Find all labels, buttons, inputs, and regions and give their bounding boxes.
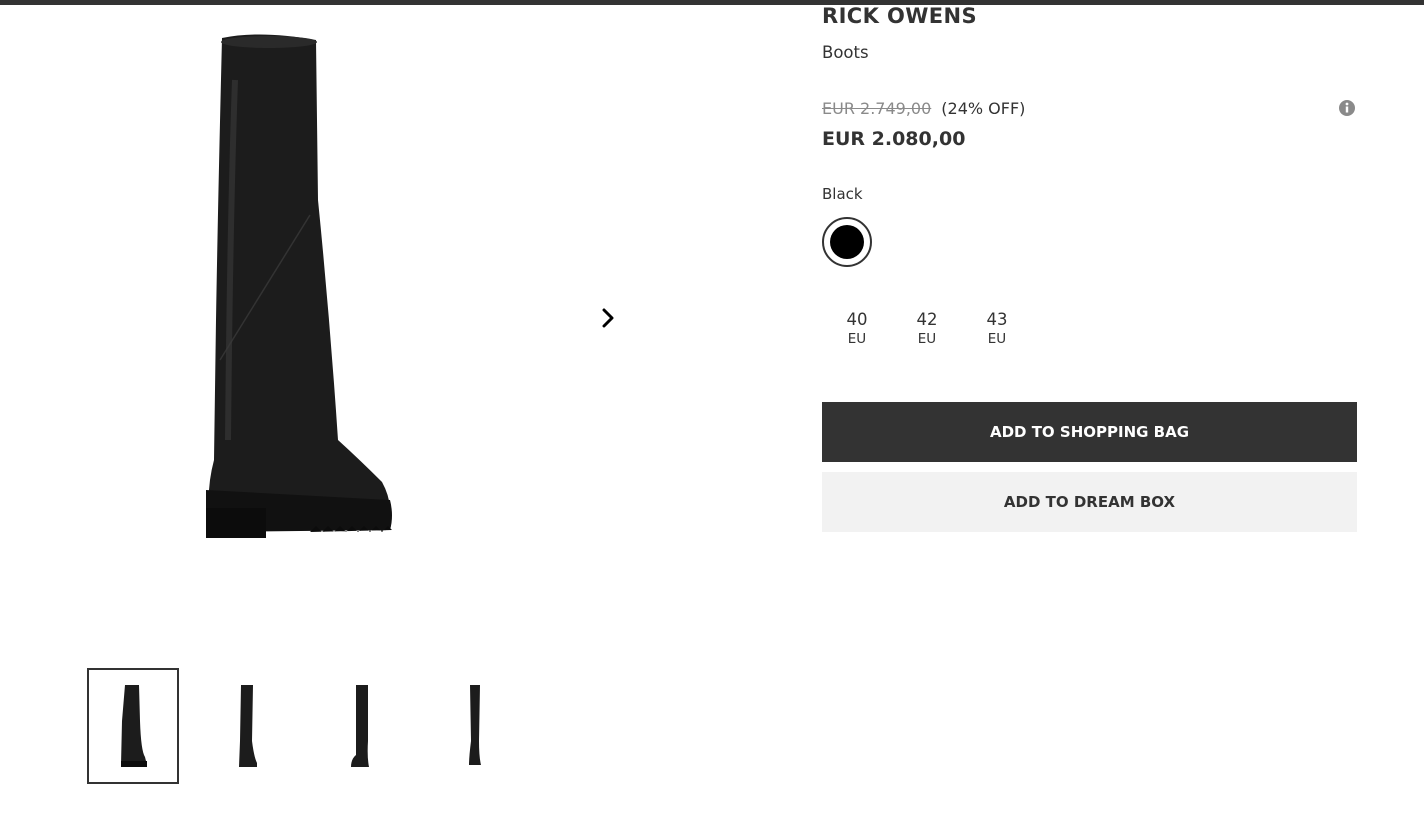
top-bar (0, 0, 1424, 5)
size-unit: EU (987, 331, 1007, 347)
boot-thumbnail-image (469, 685, 481, 765)
add-to-shopping-bag-button[interactable]: ADD TO SHOPPING BAG (822, 402, 1357, 462)
size-number: 43 (986, 310, 1008, 329)
color-swatch-black[interactable] (822, 217, 872, 267)
thumbnail-3[interactable] (315, 668, 407, 784)
size-selector: 40 EU 42 EU 43 EU (822, 310, 1032, 348)
size-unit: EU (917, 331, 937, 347)
size-unit: EU (847, 331, 867, 347)
boot-thumbnail-image (239, 685, 257, 767)
price-info-button[interactable] (1338, 99, 1356, 117)
discount-label: (24% OFF) (941, 99, 1026, 118)
sale-price: EUR 2.080,00 (822, 128, 966, 150)
product-category: Boots (822, 43, 869, 62)
size-option-40[interactable]: 40 EU (822, 310, 892, 348)
thumbnail-4[interactable] (429, 668, 521, 784)
next-image-button[interactable] (594, 304, 622, 332)
add-to-dream-box-button[interactable]: ADD TO DREAM BOX (822, 472, 1357, 532)
color-swatch-fill (830, 225, 864, 259)
original-price: EUR 2.749,00 (822, 99, 932, 118)
thumbnail-strip (87, 668, 521, 784)
size-option-43[interactable]: 43 EU (962, 310, 1032, 348)
color-name: Black (822, 185, 863, 203)
brand-name[interactable]: RICK OWENS (822, 4, 977, 28)
boot-thumbnail-image (121, 685, 147, 767)
thumbnail-2[interactable] (201, 668, 293, 784)
size-number: 42 (916, 310, 938, 329)
thumbnail-1[interactable] (87, 668, 179, 784)
boot-thumbnail-image (351, 685, 369, 767)
size-option-42[interactable]: 42 EU (892, 310, 962, 348)
price-row: EUR 2.749,00 (24% OFF) (822, 99, 1025, 118)
chevron-right-icon (602, 308, 614, 328)
info-icon (1339, 100, 1355, 116)
size-number: 40 (846, 310, 868, 329)
main-product-image[interactable] (160, 20, 440, 560)
